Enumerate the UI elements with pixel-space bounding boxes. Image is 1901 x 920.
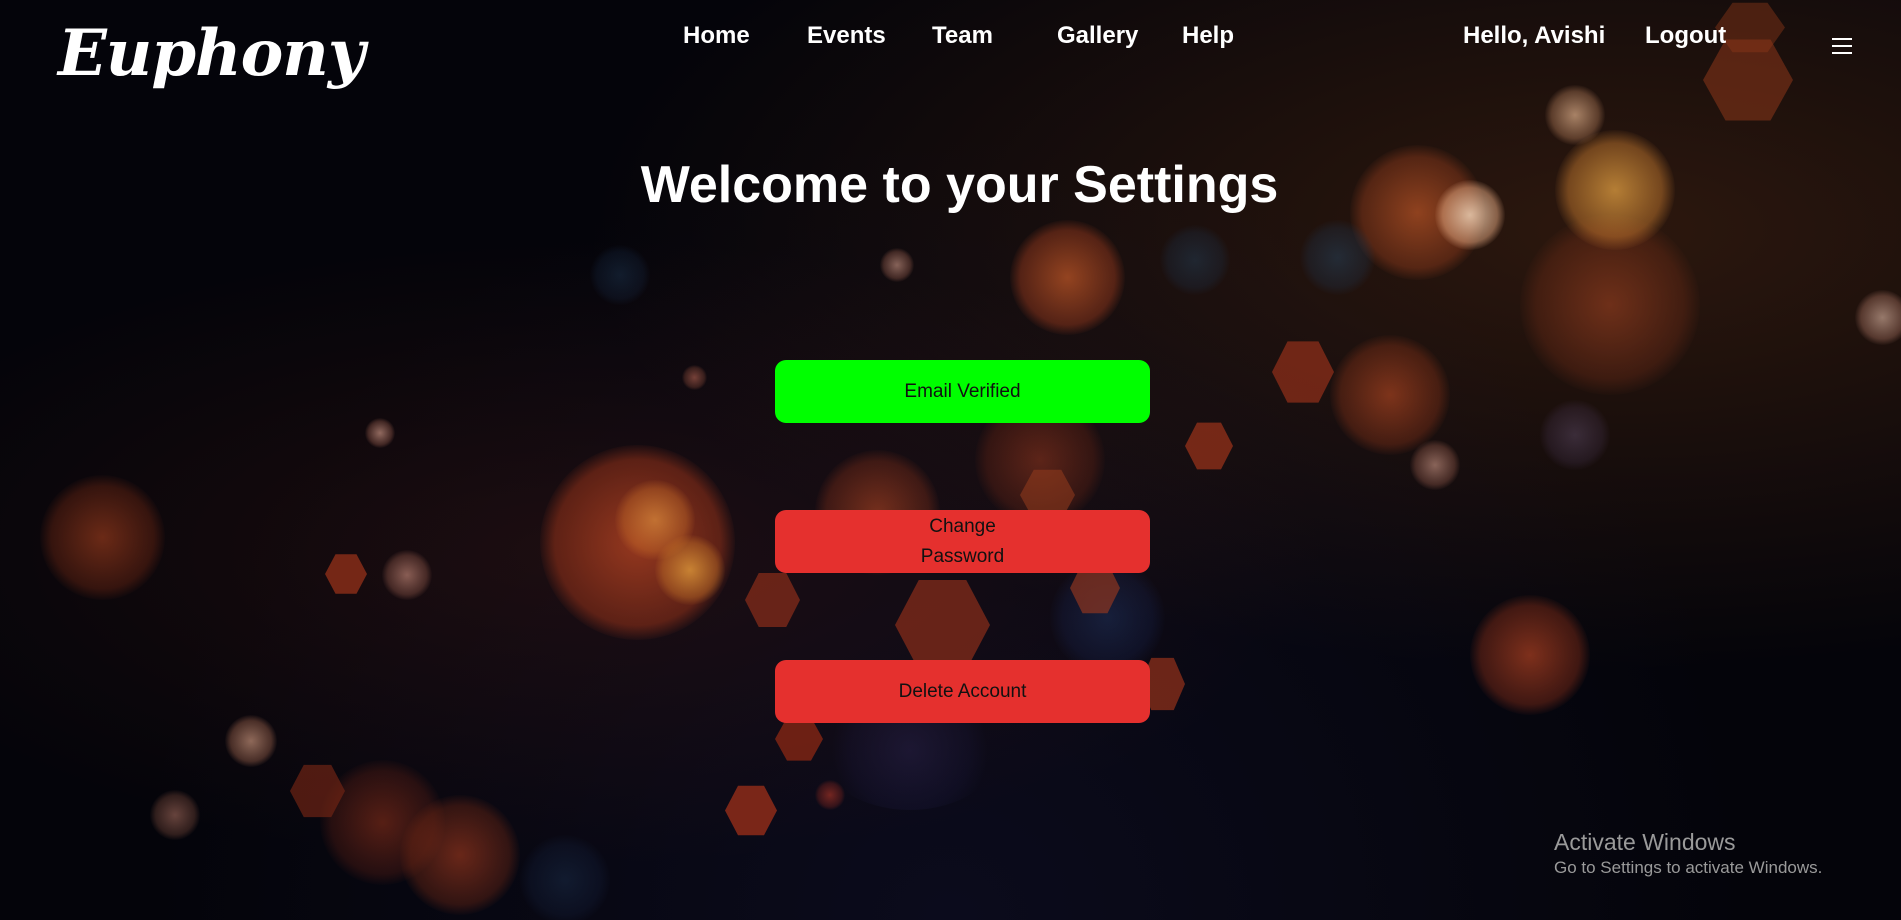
nav-gallery-link[interactable]: Gallery — [1057, 22, 1138, 50]
bokeh-light — [815, 780, 845, 810]
bokeh-light — [615, 480, 695, 560]
settings-page: Euphony Home Events Team Gallery Help He… — [0, 0, 1901, 920]
bokeh-light — [1160, 225, 1230, 295]
bokeh-light — [1545, 85, 1605, 145]
change-password-label: Change Password — [920, 515, 1005, 567]
bokeh-light — [1520, 215, 1700, 395]
bokeh-light — [880, 248, 914, 282]
bokeh-hexagon — [1185, 422, 1233, 470]
user-greeting: Hello, Avishi — [1463, 22, 1606, 49]
bokeh-light — [1470, 595, 1590, 715]
bokeh-light — [365, 418, 395, 448]
bokeh-hexagon — [725, 785, 777, 836]
delete-account-button[interactable]: Delete Account — [775, 660, 1150, 723]
bokeh-hexagon — [745, 573, 800, 627]
bokeh-light — [150, 790, 200, 840]
bokeh-hexagon — [290, 764, 345, 818]
activate-windows-title: Activate Windows — [1554, 829, 1736, 855]
bokeh-light — [382, 550, 432, 600]
bokeh-light — [225, 715, 277, 767]
menu-bar — [1832, 38, 1852, 40]
nav-help-link[interactable]: Help — [1182, 22, 1234, 50]
activate-windows-watermark: Activate Windows Go to Settings to activ… — [1554, 828, 1822, 880]
bokeh-light — [1050, 560, 1165, 675]
bokeh-light — [540, 445, 735, 640]
logout-link[interactable]: Logout — [1645, 22, 1726, 50]
bokeh-background — [0, 0, 1901, 920]
bokeh-hexagon — [325, 554, 367, 594]
bokeh-light — [590, 245, 650, 305]
bokeh-light — [1330, 335, 1450, 455]
bokeh-light — [1540, 400, 1610, 470]
bokeh-light — [1300, 220, 1375, 295]
euphony-logo[interactable]: Euphony — [58, 22, 365, 86]
bokeh-light — [1010, 220, 1125, 335]
activate-windows-subtitle: Go to Settings to activate Windows. — [1554, 858, 1823, 877]
page-title: Welcome to your Settings — [640, 156, 1279, 214]
bokeh-light — [1855, 290, 1901, 345]
bokeh-hexagon — [1272, 341, 1334, 403]
nav-team-link[interactable]: Team — [932, 22, 993, 50]
bokeh-light — [682, 365, 707, 390]
bokeh-light — [320, 760, 445, 885]
nav-events-link[interactable]: Events — [807, 22, 886, 50]
email-verified-label: Email Verified — [904, 380, 1021, 402]
bokeh-light — [655, 535, 725, 605]
bokeh-light — [520, 835, 610, 920]
menu-bar — [1832, 52, 1852, 54]
change-password-button[interactable]: Change Password — [775, 510, 1150, 573]
delete-account-label: Delete Account — [898, 680, 1027, 702]
bokeh-light — [400, 795, 520, 915]
bokeh-light — [40, 475, 165, 600]
nav-home-link[interactable]: Home — [683, 22, 750, 50]
email-verified-button[interactable]: Email Verified — [775, 360, 1150, 423]
bokeh-light — [1410, 440, 1460, 490]
menu-bar — [1832, 45, 1852, 47]
hamburger-menu-icon[interactable] — [1832, 38, 1852, 56]
